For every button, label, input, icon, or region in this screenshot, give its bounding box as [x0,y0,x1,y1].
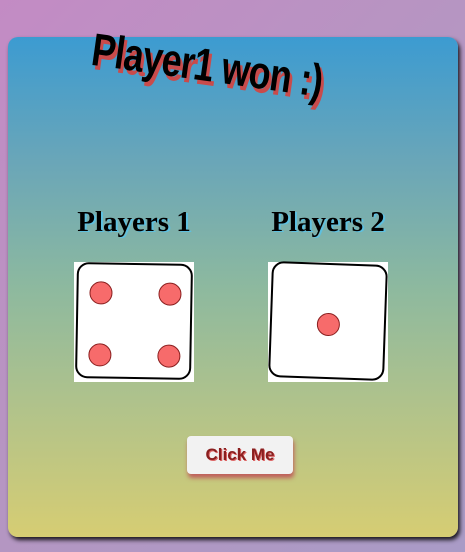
die-player-1 [74,261,194,381]
die-pip [89,281,113,305]
die-pip [157,344,181,368]
player-1-panel: Players 1 [54,206,214,239]
die-pip [88,343,112,367]
player-2-panel: Players 2 [248,206,408,239]
player-1-name: Players 1 [77,206,191,238]
player-2-name: Players 2 [271,206,385,238]
die-pip [158,282,182,306]
die-pip [316,312,341,337]
roll-button[interactable]: Click Me [187,436,293,474]
die-player-2 [268,261,388,381]
